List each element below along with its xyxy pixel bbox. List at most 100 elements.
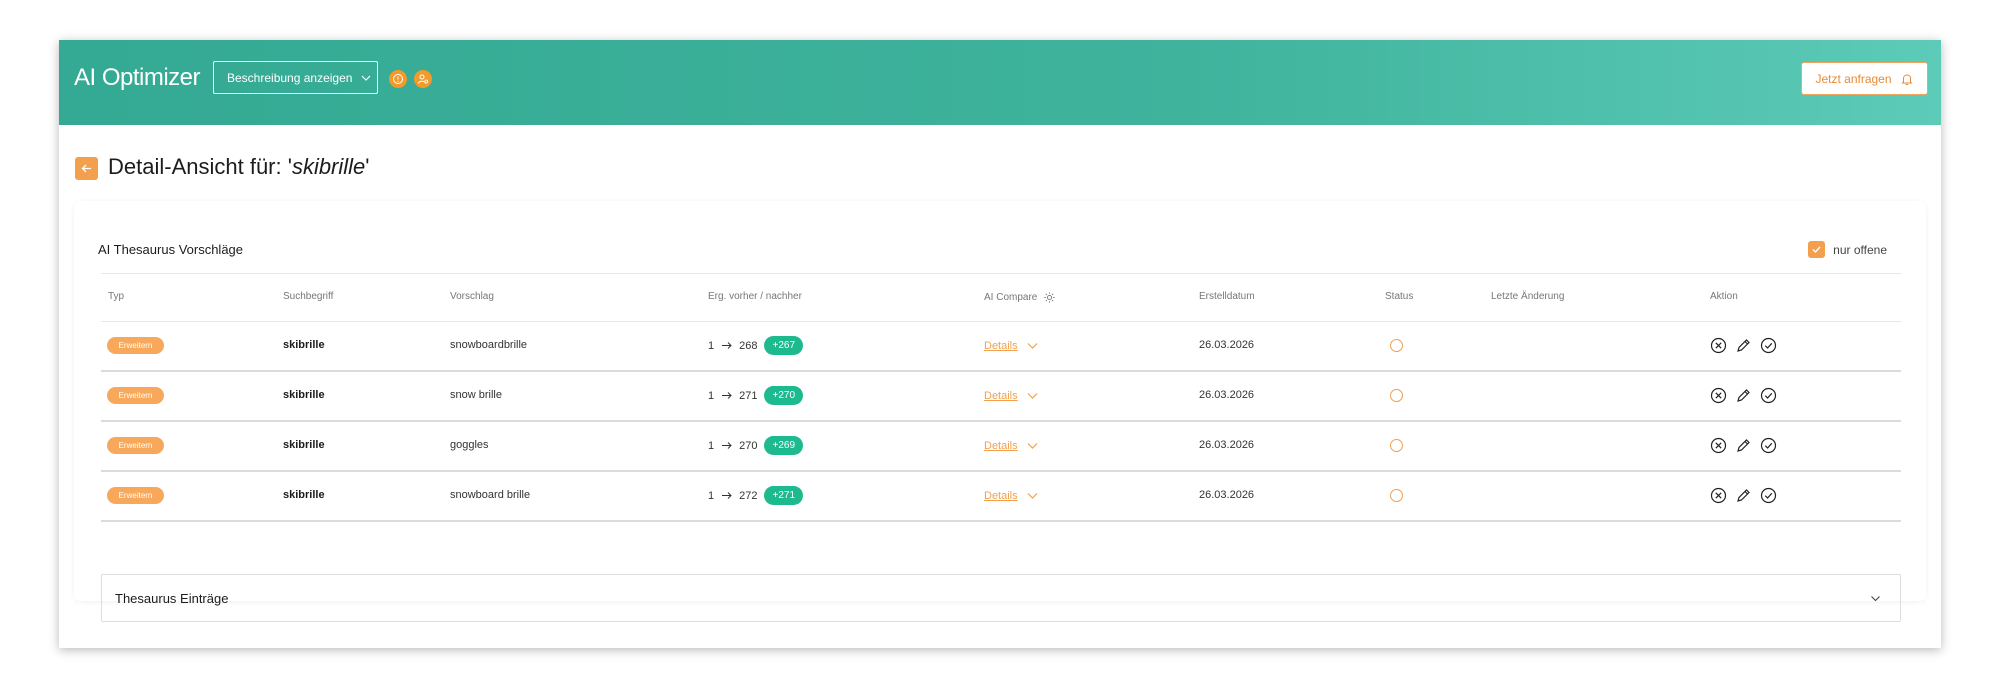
column-header-created: Erstelldatum bbox=[1199, 291, 1255, 302]
chevron-down-icon bbox=[1027, 443, 1038, 449]
details-toggle[interactable]: Details bbox=[984, 489, 1039, 502]
column-header-results: Erg. vorher / nachher bbox=[708, 291, 802, 302]
status-open-icon bbox=[1390, 439, 1403, 452]
reject-icon[interactable] bbox=[1710, 437, 1727, 454]
column-header-ai-compare-label: AI Compare bbox=[984, 292, 1038, 303]
arrow-right-icon bbox=[722, 492, 732, 499]
show-description-button[interactable]: Beschreibung anzeigen bbox=[213, 61, 378, 94]
search-term: skibrille bbox=[283, 389, 325, 401]
reject-icon[interactable] bbox=[1710, 487, 1727, 504]
details-toggle[interactable]: Details bbox=[984, 439, 1039, 452]
row-divider bbox=[101, 470, 1901, 472]
reject-icon[interactable] bbox=[1710, 337, 1727, 354]
row-actions bbox=[1710, 337, 1777, 354]
column-header-type: Typ bbox=[108, 291, 125, 302]
request-button[interactable]: Jetzt anfragen bbox=[1801, 62, 1928, 95]
open-only-label: nur offene bbox=[1833, 242, 1887, 257]
arrow-right-icon bbox=[722, 442, 732, 449]
details-link[interactable]: Details bbox=[984, 340, 1018, 352]
column-header-last-change: Letzte Änderung bbox=[1491, 291, 1565, 302]
results-before: 1 bbox=[708, 339, 715, 352]
divider bbox=[101, 321, 1901, 322]
details-link[interactable]: Details bbox=[984, 390, 1018, 402]
created-date: 26.03.2026 bbox=[1199, 389, 1255, 401]
column-header-ai-compare: AI Compare bbox=[984, 291, 1056, 304]
results-after: 268 bbox=[739, 339, 758, 352]
search-term: skibrille bbox=[283, 339, 325, 351]
chevron-down-icon bbox=[1027, 493, 1038, 499]
accept-icon[interactable] bbox=[1760, 387, 1777, 404]
type-badge: Erweitern bbox=[107, 387, 164, 404]
type-badge: Erweitern bbox=[107, 487, 164, 504]
details-toggle[interactable]: Details bbox=[984, 339, 1039, 352]
accept-icon[interactable] bbox=[1760, 437, 1777, 454]
edit-icon[interactable] bbox=[1735, 487, 1752, 504]
status-open-icon bbox=[1390, 489, 1403, 502]
details-toggle[interactable]: Details bbox=[984, 389, 1039, 402]
suggestion: snow brille bbox=[450, 389, 502, 401]
open-only-checkbox[interactable] bbox=[1808, 241, 1826, 258]
created-date: 26.03.2026 bbox=[1199, 439, 1255, 451]
edit-icon[interactable] bbox=[1735, 437, 1752, 454]
accept-icon[interactable] bbox=[1760, 487, 1777, 504]
results-after: 270 bbox=[739, 439, 758, 452]
status-open-icon bbox=[1390, 389, 1403, 402]
details-link[interactable]: Details bbox=[984, 440, 1018, 452]
page-title: Detail-Ansicht für: 'skibrille' bbox=[108, 154, 370, 180]
type-badge: Erweitern bbox=[107, 337, 164, 354]
suggestion: snowboard brille bbox=[450, 489, 531, 501]
results-delta-badge: +267 bbox=[764, 336, 804, 355]
row-actions bbox=[1710, 487, 1777, 504]
arrow-right-icon bbox=[722, 342, 732, 349]
search-term: skibrille bbox=[283, 439, 325, 451]
chevron-down-icon bbox=[1027, 343, 1038, 349]
user-settings-icon[interactable] bbox=[414, 70, 432, 88]
gear-icon[interactable] bbox=[1043, 291, 1056, 304]
arrow-right-icon bbox=[722, 392, 732, 399]
results-after: 271 bbox=[739, 389, 758, 402]
created-date: 26.03.2026 bbox=[1199, 339, 1255, 351]
thesaurus-entries-accordion[interactable]: Thesaurus Einträge bbox=[101, 574, 1901, 622]
results-delta-badge: +269 bbox=[764, 436, 804, 455]
results-delta-badge: +270 bbox=[764, 386, 804, 405]
arrow-left-icon bbox=[81, 164, 91, 173]
page-title-prefix: Detail-Ansicht für: ' bbox=[108, 154, 292, 179]
suggestion: snowboardbrille bbox=[450, 339, 528, 351]
top-bar: AI Optimizer Beschreibung anzeigen Jetzt… bbox=[59, 40, 1941, 125]
results-before-after: 1 271 +270 bbox=[708, 386, 804, 405]
suggestions-title: AI Thesaurus Vorschläge bbox=[98, 242, 244, 257]
row-divider bbox=[101, 420, 1901, 422]
row-divider bbox=[101, 370, 1901, 372]
column-header-action: Aktion bbox=[1710, 291, 1738, 302]
details-link[interactable]: Details bbox=[984, 490, 1018, 502]
results-before-after: 1 270 +269 bbox=[708, 436, 804, 455]
type-badge: Erweitern bbox=[107, 437, 164, 454]
chevron-down-icon bbox=[362, 75, 371, 81]
results-before-after: 1 268 +267 bbox=[708, 336, 804, 355]
show-description-label: Beschreibung anzeigen bbox=[227, 70, 353, 85]
row-divider bbox=[101, 520, 1901, 522]
column-header-term: Suchbegriff bbox=[283, 291, 334, 302]
back-button[interactable] bbox=[75, 157, 98, 180]
thesaurus-entries-title: Thesaurus Einträge bbox=[115, 590, 229, 606]
column-header-status: Status bbox=[1385, 291, 1414, 302]
results-before: 1 bbox=[708, 489, 715, 502]
page-title-suffix: ' bbox=[365, 154, 370, 179]
edit-icon[interactable] bbox=[1735, 337, 1752, 354]
results-before-after: 1 272 +271 bbox=[708, 486, 804, 505]
edit-icon[interactable] bbox=[1735, 387, 1752, 404]
app-title: AI Optimizer bbox=[74, 64, 201, 91]
status-open-icon bbox=[1390, 339, 1403, 352]
row-actions bbox=[1710, 437, 1777, 454]
reject-icon[interactable] bbox=[1710, 387, 1727, 404]
info-icon[interactable] bbox=[389, 70, 407, 88]
accept-icon[interactable] bbox=[1760, 337, 1777, 354]
open-only-filter[interactable]: nur offene bbox=[1808, 241, 1887, 258]
chevron-down-icon bbox=[1027, 393, 1038, 399]
results-after: 272 bbox=[739, 489, 758, 502]
divider bbox=[101, 273, 1901, 274]
bell-icon bbox=[1900, 73, 1913, 85]
request-button-label: Jetzt anfragen bbox=[1815, 71, 1892, 86]
check-icon bbox=[1812, 246, 1821, 254]
chevron-down-icon bbox=[1871, 596, 1880, 602]
